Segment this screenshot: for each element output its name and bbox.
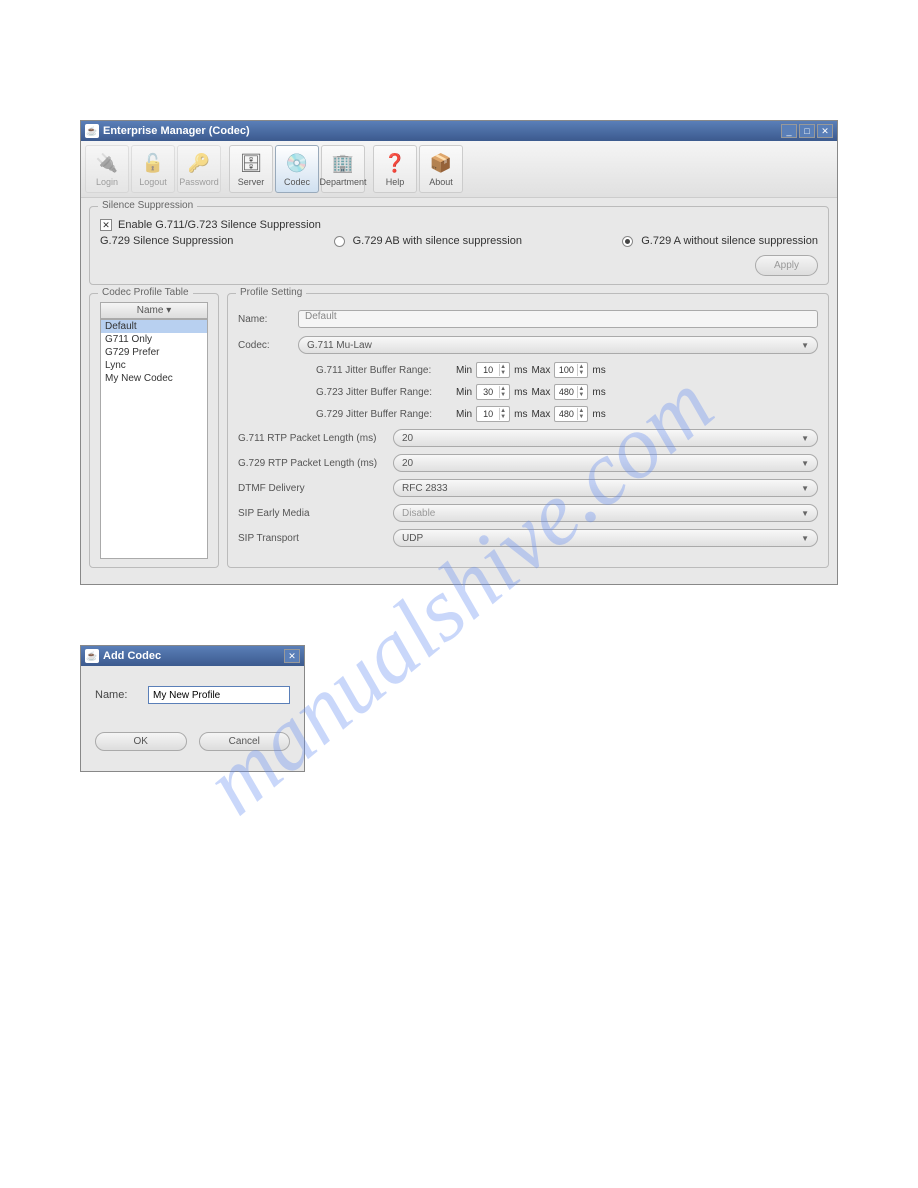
- login-button[interactable]: 🔌Login: [85, 145, 129, 193]
- titlebar: ☕ Enterprise Manager (Codec) _ □ ✕: [81, 121, 837, 141]
- g729-max-spinner[interactable]: 480▲▼: [554, 406, 588, 422]
- login-icon: 🔌: [95, 151, 119, 175]
- dialog-title: Add Codec: [103, 650, 284, 662]
- server-button[interactable]: 🗄Server: [229, 145, 273, 193]
- g729-min-spinner[interactable]: 10▲▼: [476, 406, 510, 422]
- name-label: Name:: [95, 689, 148, 701]
- dialog-titlebar: ☕ Add Codec ✕: [81, 646, 304, 666]
- g729-jitter-label: G.729 Jitter Buffer Range:: [316, 409, 456, 420]
- about-icon: 📦: [429, 151, 453, 175]
- g723-min-spinner[interactable]: 30▲▼: [476, 384, 510, 400]
- dtmf-label: DTMF Delivery: [238, 483, 393, 494]
- logout-button[interactable]: 🔓Logout: [131, 145, 175, 193]
- profile-setting-group: Profile Setting Name: Default Codec: G.7…: [227, 293, 829, 568]
- group-title: Codec Profile Table: [98, 287, 193, 298]
- server-icon: 🗄: [239, 151, 263, 175]
- table-row[interactable]: Lync: [101, 359, 207, 372]
- window-title: Enterprise Manager (Codec): [103, 125, 781, 137]
- cancel-button[interactable]: Cancel: [199, 732, 291, 751]
- help-icon: ❓: [383, 151, 407, 175]
- silence-suppression-group: Silence Suppression ✕ Enable G.711/G.723…: [89, 206, 829, 285]
- java-icon: ☕: [85, 124, 99, 138]
- codec-profile-table-group: Codec Profile Table Name ▾ Default G711 …: [89, 293, 219, 568]
- chevron-down-icon: ▼: [801, 534, 809, 543]
- logout-icon: 🔓: [141, 151, 165, 175]
- codec-icon: 💿: [285, 151, 309, 175]
- enable-silence-checkbox[interactable]: ✕: [100, 219, 112, 231]
- apply-button[interactable]: Apply: [755, 255, 818, 276]
- chevron-down-icon: ▼: [801, 484, 809, 493]
- chevron-down-icon: ▼: [801, 434, 809, 443]
- g711-rtp-select[interactable]: 20▼: [393, 429, 818, 447]
- radio-g729ab[interactable]: [334, 236, 345, 247]
- java-icon: ☕: [85, 649, 99, 663]
- toolbar: 🔌Login 🔓Logout 🔑Password 🗄Server 💿Codec …: [81, 141, 837, 198]
- chevron-down-icon: ▼: [801, 459, 809, 468]
- sip-transport-label: SIP Transport: [238, 533, 393, 544]
- g711-jitter-label: G.711 Jitter Buffer Range:: [316, 365, 456, 376]
- g723-jitter-label: G.723 Jitter Buffer Range:: [316, 387, 456, 398]
- add-codec-dialog: ☕ Add Codec ✕ Name: OK Cancel: [80, 645, 305, 772]
- maximize-button[interactable]: □: [799, 124, 815, 138]
- key-icon: 🔑: [187, 151, 211, 175]
- table-row[interactable]: G729 Prefer: [101, 346, 207, 359]
- profile-name-input[interactable]: [148, 686, 290, 704]
- name-label: Name:: [238, 314, 298, 325]
- codec-profile-list[interactable]: Default G711 Only G729 Prefer Lync My Ne…: [100, 319, 208, 559]
- g711-rtp-label: G.711 RTP Packet Length (ms): [238, 433, 393, 444]
- table-row[interactable]: My New Codec: [101, 372, 207, 385]
- group-title: Profile Setting: [236, 287, 306, 298]
- department-icon: 🏢: [331, 151, 355, 175]
- close-button[interactable]: ✕: [817, 124, 833, 138]
- g711-min-spinner[interactable]: 10▲▼: [476, 362, 510, 378]
- g729-rtp-label: G.729 RTP Packet Length (ms): [238, 458, 393, 469]
- enable-silence-label: Enable G.711/G.723 Silence Suppression: [118, 219, 321, 231]
- help-button[interactable]: ❓Help: [373, 145, 417, 193]
- table-header-name[interactable]: Name ▾: [100, 302, 208, 319]
- g729-rtp-select[interactable]: 20▼: [393, 454, 818, 472]
- radio-g729a[interactable]: [622, 236, 633, 247]
- about-button[interactable]: 📦About: [419, 145, 463, 193]
- g711-max-spinner[interactable]: 100▲▼: [554, 362, 588, 378]
- profile-name-input[interactable]: Default: [298, 310, 818, 328]
- sip-early-label: SIP Early Media: [238, 508, 393, 519]
- password-button[interactable]: 🔑Password: [177, 145, 221, 193]
- g729-silence-label: G.729 Silence Suppression: [100, 235, 233, 247]
- dtmf-select[interactable]: RFC 2833▼: [393, 479, 818, 497]
- table-row[interactable]: G711 Only: [101, 333, 207, 346]
- codec-button[interactable]: 💿Codec: [275, 145, 319, 193]
- chevron-down-icon: ▼: [801, 509, 809, 518]
- sip-early-select[interactable]: Disable▼: [393, 504, 818, 522]
- g723-max-spinner[interactable]: 480▲▼: [554, 384, 588, 400]
- group-title: Silence Suppression: [98, 200, 197, 211]
- close-button[interactable]: ✕: [284, 649, 300, 663]
- chevron-down-icon: ▼: [801, 341, 809, 350]
- enterprise-manager-window: ☕ Enterprise Manager (Codec) _ □ ✕ 🔌Logi…: [80, 120, 838, 585]
- codec-label: Codec:: [238, 340, 298, 351]
- ok-button[interactable]: OK: [95, 732, 187, 751]
- minimize-button[interactable]: _: [781, 124, 797, 138]
- table-row[interactable]: Default: [101, 320, 207, 333]
- codec-select[interactable]: G.711 Mu-Law▼: [298, 336, 818, 354]
- sip-transport-select[interactable]: UDP▼: [393, 529, 818, 547]
- department-button[interactable]: 🏢Department: [321, 145, 365, 193]
